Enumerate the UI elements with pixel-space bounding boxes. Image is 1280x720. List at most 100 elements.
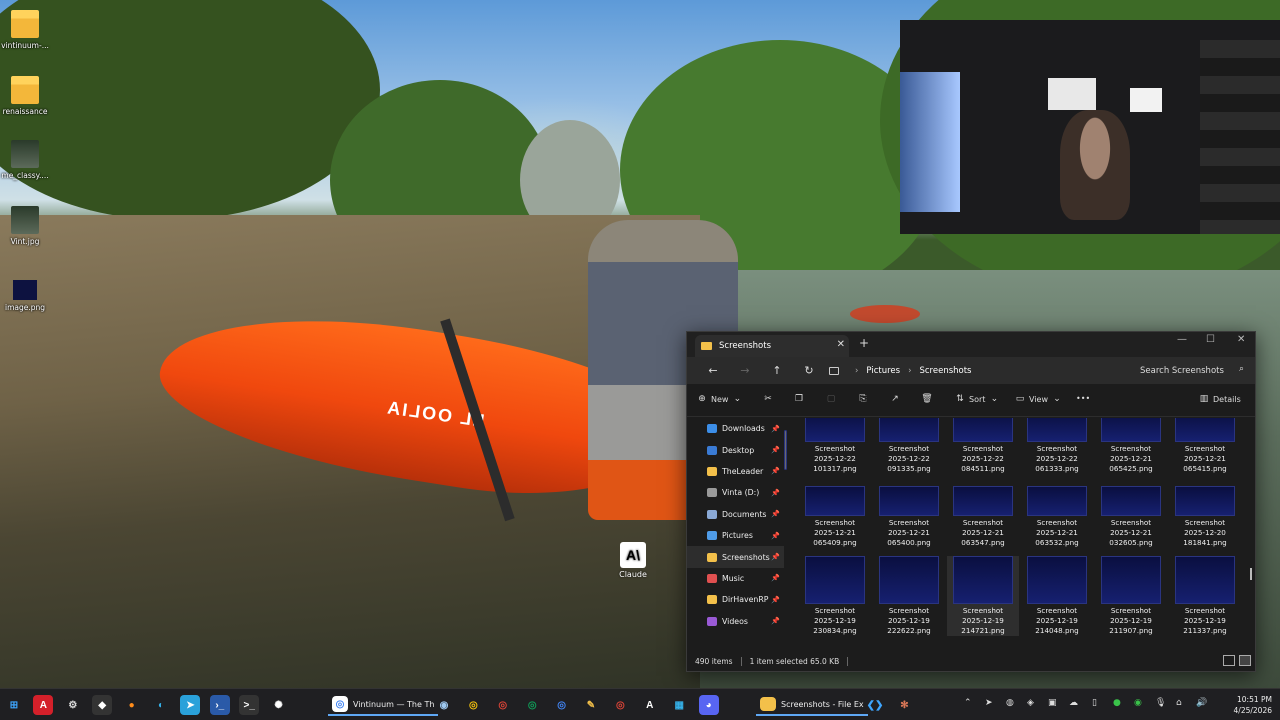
file-tile[interactable]: Screenshot 2025-12-19 211337.png xyxy=(1169,556,1241,636)
vscode-app-icon[interactable]: ❮❯ xyxy=(865,695,885,715)
desktop-icon-renaissance[interactable]: renaissance xyxy=(0,76,50,116)
share-button[interactable]: ↗ xyxy=(890,394,900,404)
file-tile[interactable]: Screenshot 2025-12-19 222622.png xyxy=(873,556,945,636)
store-app-icon[interactable]: ▦ xyxy=(669,695,689,715)
scrollbar-thumb[interactable] xyxy=(784,430,787,470)
powershell-app-icon[interactable]: ›_ xyxy=(209,695,230,715)
firefox-app-icon[interactable]: ● xyxy=(122,695,142,715)
file-tile[interactable]: Screenshot 2025-12-21 065400.png xyxy=(873,486,945,548)
edge-app-icon[interactable]: ◐ xyxy=(151,695,171,715)
file-tile[interactable]: Screenshot 2025-12-21 065415.png xyxy=(1169,418,1241,474)
microphone-tray-icon[interactable]: 🎙 xyxy=(1155,698,1166,708)
sidebar-item-videos[interactable]: Videos 📌 xyxy=(687,611,784,632)
battery-tray-icon[interactable]: ▯ xyxy=(1092,698,1097,708)
file-tile[interactable]: Screenshot 2025-12-22 061333.png xyxy=(1021,418,1093,474)
file-tile[interactable]: Screenshot 2025-12-21 063547.png xyxy=(947,486,1019,548)
taskbar-window-explorer[interactable]: Screenshots - File Ex xyxy=(756,694,868,716)
chrome-app-1-icon[interactable]: ◎ xyxy=(463,695,483,715)
file-tile[interactable]: Screenshot 2025-12-20 181841.png xyxy=(1169,486,1241,548)
desktop-icon-image-png[interactable]: image.png xyxy=(0,280,50,312)
sort-button[interactable]: ⇅ Sort ⌄ xyxy=(955,394,999,404)
sidebar-item-vinta-d[interactable]: Vinta (D:) 📌 xyxy=(687,482,784,503)
chrome-app-5-icon[interactable]: ◎ xyxy=(610,695,630,715)
nvidia-tray-icon[interactable]: ● xyxy=(1113,698,1121,708)
file-tile[interactable]: Screenshot 2025-12-19 230834.png xyxy=(799,556,871,636)
file-tile[interactable]: Screenshot 2025-12-19 211907.png xyxy=(1095,556,1167,636)
start-button-icon[interactable]: ⊞ xyxy=(4,695,24,715)
rename-button[interactable]: ⎘ xyxy=(858,394,868,404)
taskbar-window-vintinuum[interactable]: ◎ Vintinuum — The Th xyxy=(328,694,439,716)
settings-app-icon[interactable]: ⚙ xyxy=(63,695,83,715)
view-button[interactable]: ▭ View ⌄ xyxy=(1015,394,1062,404)
volume-tray-icon[interactable]: 🔊 xyxy=(1196,698,1207,708)
sidebar-item-music[interactable]: Music 📌 xyxy=(687,568,784,589)
discord-app-icon[interactable]: ◕ xyxy=(698,695,719,715)
telegram-app-icon[interactable]: ➤ xyxy=(180,695,201,715)
new-button[interactable]: ⊕ New ⌄ xyxy=(697,394,742,404)
desktop-icon-me-classy[interactable]: me_classy.... xyxy=(0,140,50,180)
file-tile[interactable]: Screenshot 2025-12-22 091335.png xyxy=(873,418,945,474)
file-tile[interactable]: Screenshot 2025-12-22 101317.png xyxy=(799,418,871,474)
sidebar-item-dirhavenrp[interactable]: DirHavenRP 📌 xyxy=(687,589,784,610)
details-button[interactable]: ▥ Details xyxy=(1199,394,1241,404)
anthropic-app-icon[interactable]: A xyxy=(640,695,660,715)
chrome-app-3-icon[interactable]: ◎ xyxy=(522,695,542,715)
maximize-button[interactable]: ☐ xyxy=(1206,334,1215,345)
address-bar[interactable]: › Pictures › Screenshots xyxy=(821,360,1121,381)
search-input[interactable]: Search Screenshots ⌕ xyxy=(1132,360,1252,381)
file-tile[interactable]: Screenshot 2025-12-21 063532.png xyxy=(1021,486,1093,548)
desktop-icon-claude[interactable]: A\ Claude xyxy=(612,542,654,579)
sidebar-item-screenshots[interactable]: Screenshots 📌 xyxy=(687,546,784,568)
recording-tray-icon[interactable]: ◍ xyxy=(1006,698,1014,708)
openai-app-icon[interactable]: ✺ xyxy=(269,695,289,715)
file-grid-scrollbar[interactable] xyxy=(1249,418,1253,654)
file-tile[interactable]: Screenshot 2025-12-22 084511.png xyxy=(947,418,1019,474)
steam-app-icon[interactable]: ◉ xyxy=(434,695,454,715)
more-options-button[interactable]: ••• xyxy=(1076,394,1090,403)
breadcrumb-screenshots[interactable]: Screenshots xyxy=(919,366,971,376)
sidebar-item-desktop[interactable]: Desktop 📌 xyxy=(687,439,784,460)
cut-button[interactable]: ✂ xyxy=(763,394,773,404)
scrollbar-thumb[interactable] xyxy=(1250,568,1252,580)
file-tile[interactable]: Screenshot 2025-12-21 065409.png xyxy=(799,486,871,548)
sidebar-item-downloads[interactable]: Downloads 📌 xyxy=(687,418,784,439)
back-button[interactable]: ← xyxy=(697,364,729,377)
close-window-button[interactable]: ✕ xyxy=(1237,334,1245,345)
file-tile[interactable]: Screenshot 2025-12-21 032605.png xyxy=(1095,486,1167,548)
file-explorer-window[interactable]: Screenshots ✕ + — ☐ ✕ ← → ↑ ↻ › Pictures… xyxy=(686,331,1256,672)
chrome-app-2-icon[interactable]: ◎ xyxy=(493,695,513,715)
desktop-icon-vintinuum[interactable]: vintinuum-... xyxy=(0,10,50,50)
gamepad-tray-icon[interactable]: ◈ xyxy=(1027,698,1034,708)
navigation-scrollbar[interactable] xyxy=(783,418,788,654)
media-tray-icon[interactable]: ▣ xyxy=(1048,698,1057,708)
file-tile[interactable]: Screenshot 2025-12-19 214048.png xyxy=(1021,556,1093,636)
file-tile[interactable]: Screenshot 2025-12-19 214721.png xyxy=(947,556,1019,636)
breadcrumb-pictures[interactable]: Pictures xyxy=(866,366,900,376)
tiles-view-icon[interactable] xyxy=(1239,655,1251,666)
tray-chevron-icon[interactable]: ⌃ xyxy=(964,698,972,708)
terminal-app-icon[interactable]: >_ xyxy=(239,695,260,715)
telegram-tray-icon[interactable]: ➤ xyxy=(985,698,993,708)
forward-button[interactable]: → xyxy=(729,364,761,377)
delete-button[interactable]: 🗑 xyxy=(921,394,932,404)
system-clock[interactable]: 10:51 PM 4/25/2026 xyxy=(1234,694,1272,716)
sidebar-item-pictures[interactable]: Pictures 📌 xyxy=(687,525,784,546)
network-tray-icon[interactable]: ⌂ xyxy=(1176,698,1182,708)
acrobat-app-icon[interactable]: A xyxy=(33,695,54,715)
sidebar-item-theleader[interactable]: TheLeader 📌 xyxy=(687,461,784,482)
desktop-icon-vint-jpg[interactable]: Vint.jpg xyxy=(0,206,50,246)
sidebar-item-documents[interactable]: Documents 📌 xyxy=(687,504,784,525)
sync-tray-icon[interactable]: ◉ xyxy=(1134,698,1142,708)
chrome-app-4-icon[interactable]: ◎ xyxy=(552,695,572,715)
paste-button[interactable]: ▢ xyxy=(826,394,836,404)
tab-screenshots[interactable]: Screenshots ✕ xyxy=(695,335,849,357)
new-tab-button[interactable]: + xyxy=(859,336,869,350)
close-tab-icon[interactable]: ✕ xyxy=(837,339,845,350)
copy-button[interactable]: ❐ xyxy=(794,394,804,404)
claude-app-icon[interactable]: ✻ xyxy=(894,695,914,715)
up-button[interactable]: ↑ xyxy=(761,364,793,377)
details-view-icon[interactable] xyxy=(1223,655,1235,666)
minimize-button[interactable]: — xyxy=(1177,334,1187,345)
pen-app-icon[interactable]: ✎ xyxy=(581,695,601,715)
file-tile[interactable]: Screenshot 2025-12-21 065425.png xyxy=(1095,418,1167,474)
